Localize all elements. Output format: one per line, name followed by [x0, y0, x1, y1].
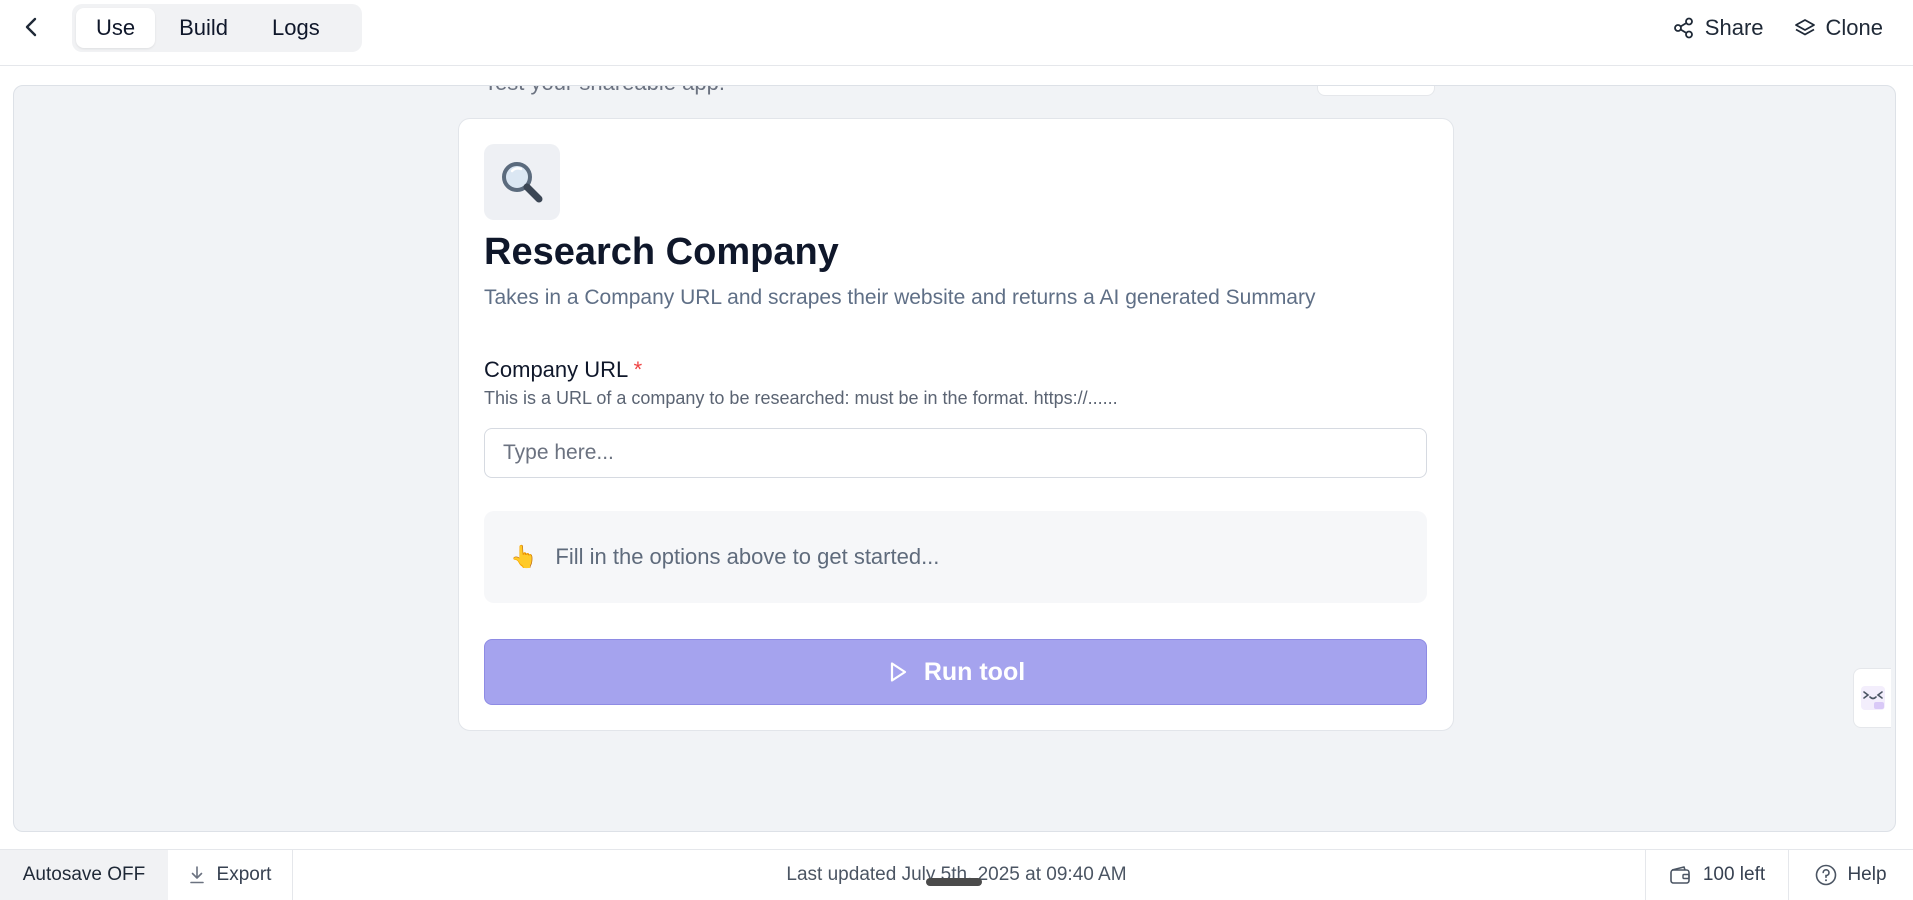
face-icon	[1860, 686, 1885, 710]
top-actions: Share Clone	[1673, 10, 1883, 46]
autosave-toggle[interactable]: Autosave OFF	[0, 850, 168, 900]
start-hint: 👆 Fill in the options above to get start…	[484, 511, 1427, 603]
credits-remaining[interactable]: 100 left	[1645, 850, 1788, 900]
export-label: Export	[216, 864, 272, 885]
run-tool-label: Run tool	[923, 657, 1026, 686]
company-url-input[interactable]	[484, 428, 1427, 478]
magnifying-glass-icon	[502, 162, 543, 203]
start-hint-text: Fill in the options above to get started…	[555, 544, 940, 569]
help-button[interactable]: Help	[1788, 850, 1913, 900]
company-url-label-text: Company URL	[484, 357, 628, 382]
company-url-label: Company URL *	[484, 357, 642, 383]
app-preview-canvas[interactable]: Test your shareable app. Research Compan…	[13, 85, 1896, 832]
tab-use[interactable]: Use	[76, 8, 156, 48]
download-icon	[189, 866, 204, 884]
scrolled-intro-text: Test your shareable app.	[484, 86, 725, 96]
share-icon	[1673, 17, 1693, 39]
tab-build[interactable]: Build	[159, 8, 248, 48]
clone-button[interactable]: Clone	[1794, 15, 1883, 41]
scrolled-intro-button[interactable]	[1317, 86, 1435, 96]
play-icon	[890, 662, 906, 682]
mode-tabs: Use Build Logs	[72, 4, 362, 52]
layers-icon	[1794, 19, 1815, 36]
share-button[interactable]: Share	[1673, 15, 1764, 41]
scroll-handle[interactable]	[926, 878, 982, 886]
help-circle-icon	[1816, 864, 1837, 886]
tool-description: Takes in a Company URL and scrapes their…	[484, 286, 1316, 309]
clone-label: Clone	[1825, 15, 1883, 40]
tool-title: Research Company	[484, 231, 839, 273]
back-button[interactable]	[18, 12, 44, 42]
wallet-icon	[1670, 866, 1690, 884]
tool-card: Research Company Takes in a Company URL …	[458, 118, 1454, 731]
export-button[interactable]: Export	[168, 850, 293, 900]
bottom-bar: Last updated July 5th, 2025 at 09:40 AM …	[0, 849, 1913, 900]
chevron-left-icon	[25, 17, 37, 37]
credits-label: 100 left	[1702, 864, 1766, 885]
pointing-up-icon: 👆	[510, 544, 538, 569]
tab-logs[interactable]: Logs	[252, 8, 340, 48]
company-url-help: This is a URL of a company to be researc…	[484, 388, 1118, 408]
side-widget-button[interactable]	[1853, 668, 1891, 728]
help-label: Help	[1847, 864, 1887, 885]
share-label: Share	[1704, 15, 1764, 40]
tool-icon-tile	[484, 144, 560, 220]
run-tool-button[interactable]: Run tool	[484, 639, 1427, 705]
top-bar: Use Build Logs Share Clone	[0, 0, 1913, 66]
required-mark: *	[633, 357, 643, 382]
